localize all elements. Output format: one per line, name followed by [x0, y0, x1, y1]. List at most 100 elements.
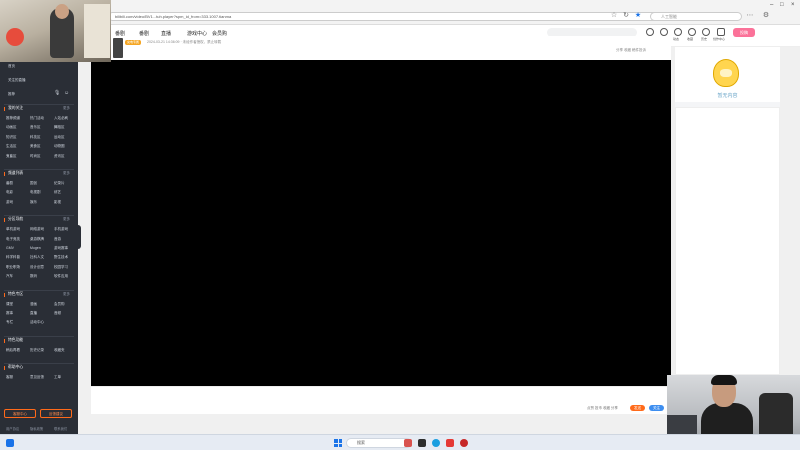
sidebar-link[interactable]: 知识区 [6, 135, 17, 140]
feedback-button[interactable]: 反馈建议 [40, 409, 72, 418]
sidebar-link[interactable]: 资讯区 [54, 154, 65, 159]
sidebar-link[interactable]: 番剧 [6, 181, 13, 186]
vip-icon[interactable] [646, 28, 654, 36]
sidebar-link[interactable]: 收藏夹 [54, 348, 65, 353]
sidebar-item[interactable]: 关注的直播 [8, 78, 26, 83]
sidebar-link[interactable]: 游戏赛事 [54, 246, 68, 251]
sidebar-more-link[interactable]: 更多 [63, 292, 70, 297]
browser-search-input[interactable]: 人工智能 [650, 12, 742, 21]
sidebar-link[interactable]: 专栏 [6, 320, 13, 325]
sidebar-link[interactable]: 设计创意 [30, 265, 44, 270]
follow-button[interactable]: 关注 [649, 405, 664, 411]
sidebar-link[interactable]: 娱乐 [30, 200, 37, 205]
close-icon[interactable]: × [791, 2, 795, 8]
sidebar-link[interactable]: 稍后再看 [6, 348, 20, 353]
sidebar-more-link[interactable]: 更多 [63, 171, 70, 176]
settings-icon[interactable]: ⚙ [762, 12, 770, 20]
app-icon[interactable] [460, 439, 468, 447]
sidebar-link[interactable]: 动画区 [6, 125, 17, 130]
sidebar-link[interactable]: 推荐频道 [6, 116, 20, 121]
sidebar-link[interactable]: 游戏 [6, 200, 13, 205]
sidebar-link[interactable]: Mugen [30, 246, 41, 250]
sidebar-link[interactable]: 赛事 [6, 311, 13, 316]
app-icon[interactable] [404, 439, 412, 447]
send-danmaku-button[interactable]: 发送 [630, 405, 645, 411]
sidebar-link[interactable]: 科学科普 [6, 255, 20, 260]
sidebar-more-link[interactable]: 更多 [63, 217, 70, 222]
sidebar-link[interactable]: 意见反馈 [30, 375, 44, 380]
help-center-button[interactable]: 客服中心 [4, 409, 36, 418]
refresh-icon[interactable]: ↻ [622, 12, 630, 20]
sidebar-link[interactable]: 课堂 [6, 302, 13, 307]
sidebar-link[interactable]: 客服 [6, 375, 13, 380]
dynamic-icon[interactable] [674, 28, 682, 36]
sidebar-link[interactable]: 音频 [54, 311, 61, 316]
user-icon[interactable]: ☺ [64, 90, 69, 96]
sidebar-link[interactable]: 桌游棋牌 [30, 237, 44, 242]
message-icon[interactable] [660, 28, 668, 36]
sidebar-link[interactable]: 软件应用 [54, 274, 68, 279]
bookmark-icon[interactable]: ☆ [610, 12, 618, 20]
sidebar-link[interactable]: 漫画 [30, 302, 37, 307]
sidebar-link[interactable]: 汽车 [6, 274, 13, 279]
sidebar-link[interactable]: 数码 [30, 274, 37, 279]
video-actions[interactable]: 点赞 投币 收藏 分享 [587, 406, 618, 411]
app-icon[interactable] [446, 439, 454, 447]
sidebar-link[interactable]: 入站必刷 [54, 116, 68, 121]
sidebar-link[interactable]: 综艺 [54, 190, 61, 195]
sidebar-link[interactable]: 单机游戏 [6, 227, 20, 232]
favorite-icon[interactable]: ★ [634, 12, 642, 20]
sidebar-link[interactable]: GMV [6, 246, 14, 250]
task-view-icon[interactable] [418, 439, 426, 447]
sidebar-link[interactable]: 电影 [6, 190, 13, 195]
address-bar[interactable]: bilibili.com/video/BV1...tuh.player?spm_… [108, 12, 668, 21]
extensions-icon[interactable]: ⋯ [746, 12, 754, 20]
sidebar-link[interactable]: 社科人文 [30, 255, 44, 260]
sidebar-link[interactable]: 国创 [30, 181, 37, 186]
start-icon[interactable] [334, 439, 342, 447]
favorites-icon[interactable] [688, 28, 696, 36]
sidebar-link[interactable]: 生活区 [6, 144, 17, 149]
taskbar-search-input[interactable]: 搜索 [346, 438, 412, 448]
footer-link[interactable]: 用户协议 [6, 426, 19, 431]
footer-link[interactable]: 隐私政策 [30, 426, 43, 431]
upload-button[interactable]: 投稿 [733, 28, 755, 37]
sidebar-link[interactable]: 野生技术 [54, 255, 68, 260]
sidebar-link[interactable]: 职业职场 [6, 265, 20, 270]
sidebar-link[interactable]: 热门活动 [30, 116, 44, 121]
video-tools[interactable]: 分享 收藏 稿件投诉 [616, 48, 646, 53]
sidebar-item[interactable]: 推荐 [8, 92, 15, 97]
creator-icon[interactable] [717, 28, 725, 36]
sidebar-link[interactable]: 历史记录 [30, 348, 44, 353]
sidebar-link[interactable]: 活动中心 [30, 320, 44, 325]
footer-link[interactable]: 联系我们 [54, 426, 67, 431]
sidebar-more-link[interactable]: 更多 [63, 106, 70, 111]
sidebar-link[interactable]: 运动区 [54, 135, 65, 140]
maximize-icon[interactable]: □ [780, 2, 784, 8]
sidebar-link[interactable]: 网络游戏 [30, 227, 44, 232]
sidebar-link[interactable]: 手机游戏 [54, 227, 68, 232]
sidebar-link[interactable]: 电子竞技 [6, 237, 20, 242]
sidebar-link[interactable]: 纪录片 [54, 181, 65, 186]
sidebar-link[interactable]: 音游 [54, 237, 61, 242]
mic-icon[interactable]: 🎙 [54, 90, 60, 96]
sidebar-item[interactable]: 首页 [8, 64, 15, 69]
video-player[interactable] [91, 60, 671, 386]
sidebar-link[interactable]: 直播 [30, 311, 37, 316]
sidebar-link[interactable]: 舞蹈区 [54, 125, 65, 130]
sidebar-link[interactable]: 校园学习 [54, 265, 68, 270]
edge-icon[interactable] [432, 439, 440, 447]
history-icon[interactable] [702, 28, 710, 36]
sidebar-link[interactable]: 动物圈 [54, 144, 65, 149]
sidebar-link[interactable]: 电视剧 [30, 190, 41, 195]
sidebar-link[interactable]: 音乐区 [30, 125, 41, 130]
minimize-icon[interactable]: – [770, 2, 773, 8]
sidebar-link[interactable]: 工单 [54, 375, 61, 380]
sidebar-link[interactable]: 影视 [54, 200, 61, 205]
sidebar-link[interactable]: 美食区 [30, 144, 41, 149]
widgets-icon[interactable] [6, 439, 14, 447]
sidebar-link[interactable]: 科技区 [30, 135, 41, 140]
sidebar-link[interactable]: 鬼畜区 [6, 154, 17, 159]
uploader-avatar[interactable] [113, 38, 123, 58]
sidebar-link[interactable]: 时尚区 [30, 154, 41, 159]
